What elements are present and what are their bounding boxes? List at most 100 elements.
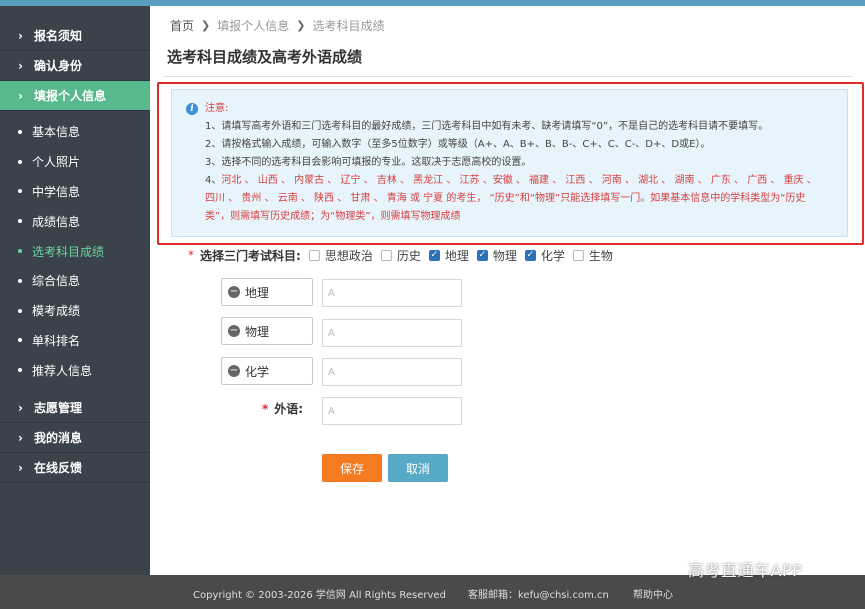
bullet-dot	[18, 189, 22, 194]
foreign-label-text: 外语:	[274, 402, 304, 416]
checkmark-icon[interactable]: ✓	[428, 249, 440, 261]
bullet-dot	[18, 278, 22, 283]
footer-left	[0, 575, 150, 609]
score-label-chemistry[interactable]: − 化学	[221, 357, 313, 385]
sidebar-subitem-label: 基本信息	[32, 125, 81, 140]
footer-email[interactable]: 客服邮箱：kefu@chsi.com.cn	[468, 586, 609, 601]
checkbox-politics[interactable]: 思想政治	[308, 247, 373, 264]
notice-line-4a: 河北 、 山西 、 内蒙古 、 辽宁 、 吉林 、 黑龙江 、 江苏 、安徽 、…	[221, 175, 817, 186]
subject-select-label: 选择三门考试科目:	[200, 248, 301, 263]
checkbox-biology[interactable]: 生物	[572, 247, 613, 264]
checkbox-box[interactable]	[308, 249, 320, 261]
sidebar-subitem-label: 推荐人信息	[32, 363, 93, 378]
chevron-right-icon: ›	[18, 28, 23, 43]
notice-line-1: 1、请填写高考外语和三门选考科目的最好成绩，三门选考科目中如有未考、缺考请填写“…	[205, 121, 769, 132]
sidebar-subitem-label: 单科排名	[32, 333, 81, 348]
checkbox-history[interactable]: 历史	[380, 247, 421, 264]
chevron-right-icon: ›	[18, 430, 23, 445]
checkbox-label: 物理	[492, 248, 517, 263]
score-input-physics[interactable]	[322, 319, 462, 347]
score-label-geography[interactable]: − 地理	[221, 278, 313, 306]
sidebar-item-my-messages[interactable]: › 我的消息	[0, 423, 150, 454]
score-input-geography[interactable]	[322, 279, 462, 307]
checkbox-chemistry[interactable]: ✓ 化学	[524, 247, 565, 264]
chevron-right-icon: ›	[18, 88, 23, 103]
watermark: 高考直通车APP	[688, 561, 803, 580]
sidebar-submenu: 基本信息 个人照片 中学信息 成绩信息 选考科目成绩 综合信息 模考成绩 单科排…	[0, 111, 150, 393]
sidebar-subitem-subject-ranking[interactable]: 单科排名	[0, 326, 150, 356]
breadcrumb-current: 选考科目成绩	[312, 19, 385, 33]
sidebar-item-online-feedback[interactable]: › 在线反馈	[0, 453, 150, 484]
score-label-physics[interactable]: − 物理	[221, 317, 313, 345]
checkbox-geography[interactable]: ✓ 地理	[428, 247, 469, 264]
notice-line-4-prefix: 4、	[205, 175, 222, 186]
sidebar-subitem-label: 综合信息	[32, 274, 81, 289]
save-button[interactable]: 保存	[322, 454, 382, 482]
chevron-right-icon: ❯	[201, 19, 211, 32]
checkbox-physics[interactable]: ✓ 物理	[476, 247, 517, 264]
sidebar-item-personal-info[interactable]: › 填报个人信息	[0, 81, 150, 111]
sidebar-subitem-mock-scores[interactable]: 模考成绩	[0, 296, 150, 326]
sidebar-item-label: 确认身份	[34, 59, 83, 73]
notice-header: i 注意:	[186, 100, 833, 118]
sidebar-item-apply-notice[interactable]: › 报名须知	[0, 21, 150, 51]
sidebar-item-label: 志愿管理	[34, 401, 83, 416]
cancel-button[interactable]: 取消	[388, 454, 448, 482]
checkbox-box[interactable]	[380, 249, 392, 261]
bullet-dot	[18, 219, 22, 224]
sidebar-subitem-label: 模考成绩	[32, 304, 81, 319]
main-content: 首页 ❯ 填报个人信息 ❯ 选考科目成绩 选考科目成绩及高考外语成绩 i 注意:…	[150, 6, 865, 575]
remove-icon[interactable]: −	[228, 286, 240, 298]
checkmark-icon[interactable]: ✓	[476, 249, 488, 261]
footer-help-link[interactable]: 帮助中心	[633, 586, 673, 601]
checkbox-label: 思想政治	[324, 248, 373, 263]
notice-line-4b: 四川 、 贵州 、 云南 、 陕西 、 甘肃 、 青海 或 宁夏 的考生， “历…	[205, 193, 806, 204]
sidebar-item-label: 在线反馈	[34, 461, 83, 476]
sidebar-subitem-label: 中学信息	[32, 184, 81, 199]
remove-icon[interactable]: −	[228, 325, 240, 337]
checkbox-box[interactable]	[572, 249, 584, 261]
notice-line-2: 2、请按格式输入成绩，可输入数字（至多5位数字）或等级（A+、A、B+、B、B-…	[205, 139, 711, 150]
bullet-dot	[18, 308, 22, 313]
checkbox-label: 化学	[540, 248, 565, 263]
chevron-right-icon: ›	[18, 460, 23, 475]
chevron-right-icon: ›	[18, 400, 23, 415]
score-subject-label: 物理	[245, 324, 270, 339]
sidebar-subitem-referrer-info[interactable]: 推荐人信息	[0, 355, 150, 385]
bullet-dot	[18, 249, 22, 254]
footer-copyright: Copyright © 2003-2026 学信网 All Rights Res…	[193, 590, 446, 601]
bullet-dot	[18, 368, 22, 373]
bullet-dot	[18, 159, 22, 164]
sidebar-subitem-basic-info[interactable]: 基本信息	[0, 117, 150, 147]
checkbox-label: 历史	[396, 248, 421, 263]
sidebar-item-label: 报名须知	[34, 29, 83, 43]
chevron-right-icon: ›	[18, 58, 23, 73]
notice-line-3: 3、选择不同的选考科目会影响可填报的专业。这取决于志愿高校的设置。	[205, 157, 532, 168]
sidebar-subitem-elective-scores[interactable]: 选考科目成绩	[0, 236, 150, 266]
checkmark-icon[interactable]: ✓	[524, 249, 536, 261]
sidebar-item-confirm-identity[interactable]: › 确认身份	[0, 51, 150, 81]
bullet-dot	[18, 338, 22, 343]
sidebar-subitem-photo[interactable]: 个人照片	[0, 147, 150, 177]
score-subject-label: 地理	[245, 285, 270, 300]
score-subject-label: 化学	[245, 364, 270, 379]
sidebar-subitem-score-info[interactable]: 成绩信息	[0, 206, 150, 236]
breadcrumb-home[interactable]: 首页	[170, 17, 194, 34]
sidebar-item-application-management[interactable]: › 志愿管理	[0, 393, 150, 424]
breadcrumb: 首页 ❯ 填报个人信息 ❯ 选考科目成绩	[170, 17, 384, 34]
sidebar-subitem-school-info[interactable]: 中学信息	[0, 177, 150, 207]
checkbox-label: 地理	[444, 248, 469, 263]
breadcrumb-personal-info[interactable]: 填报个人信息	[217, 17, 289, 34]
foreign-language-label: * 外语:	[262, 400, 303, 417]
sidebar-subitem-label: 选考科目成绩	[32, 244, 105, 259]
info-icon: i	[186, 103, 198, 115]
sidebar-subitem-label: 个人照片	[32, 155, 81, 170]
score-input-chemistry[interactable]	[322, 358, 462, 386]
sidebar-subitem-comprehensive-info[interactable]: 综合信息	[0, 266, 150, 296]
required-mark: *	[188, 248, 194, 262]
score-input-foreign-language[interactable]	[322, 397, 462, 425]
page-title: 选考科目成绩及高考外语成绩	[167, 48, 363, 66]
remove-icon[interactable]: −	[228, 365, 240, 377]
notice-line-4c: 类”，则需填写历史成绩；为“物理类”，则需填写物理成绩	[205, 211, 461, 222]
sidebar-item-label: 我的消息	[34, 431, 83, 446]
